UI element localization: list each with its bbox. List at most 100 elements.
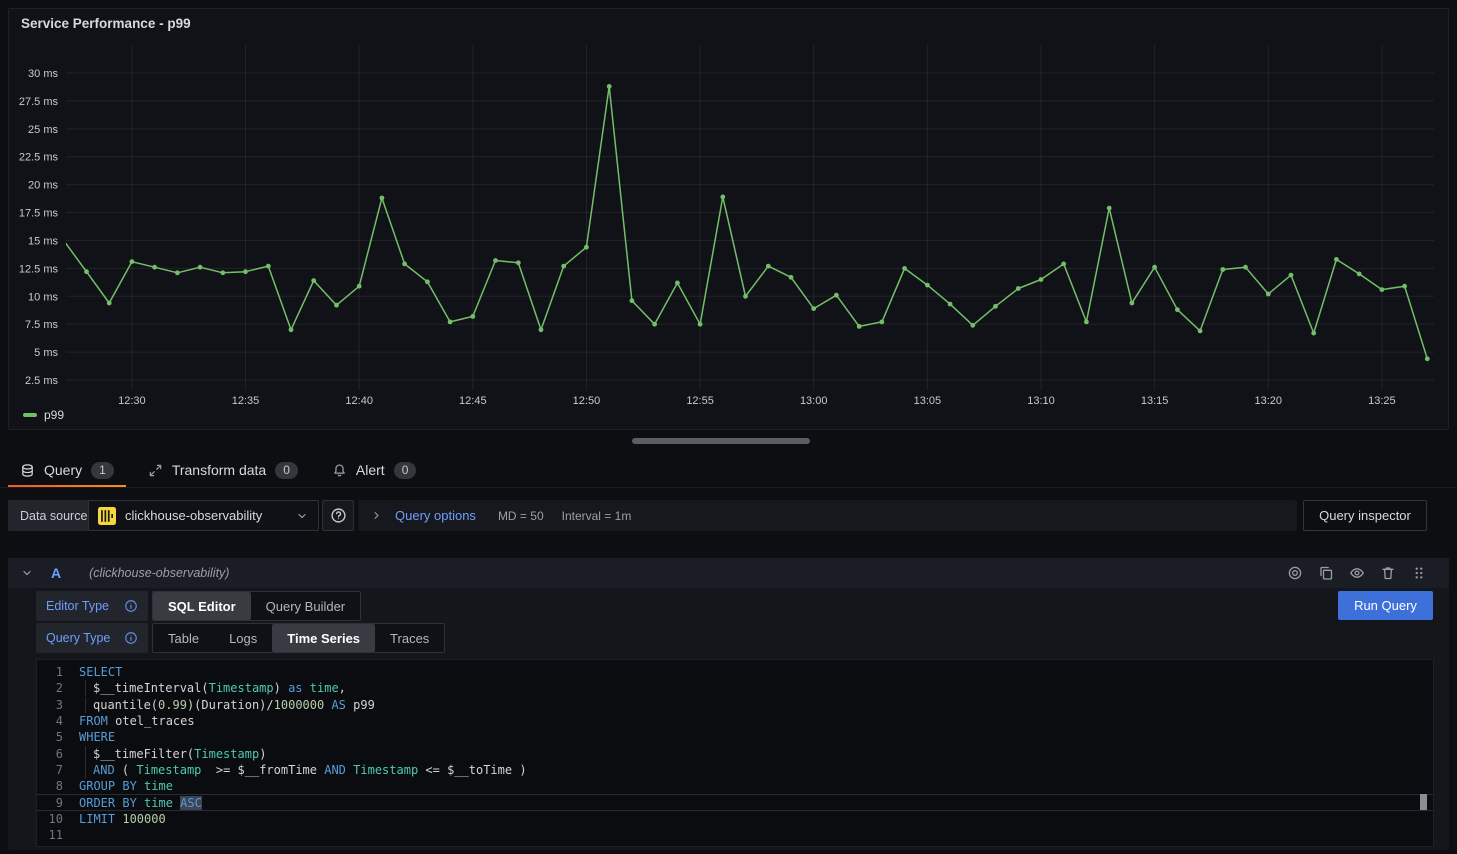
line-number: 2 bbox=[37, 681, 63, 695]
line-number: 1 bbox=[37, 665, 63, 679]
info-circle-icon[interactable] bbox=[124, 631, 138, 645]
tab-label: Alert bbox=[356, 462, 385, 478]
tab-query[interactable]: Query 1 bbox=[8, 452, 126, 488]
code-line-8: 8GROUP BY time bbox=[37, 778, 1433, 794]
drag-handle-icon[interactable] bbox=[1411, 565, 1427, 581]
svg-text:10 ms: 10 ms bbox=[28, 291, 58, 303]
svg-text:12:45: 12:45 bbox=[459, 395, 487, 407]
bell-icon bbox=[332, 463, 347, 478]
code-line-10: 10 LIMIT 100000 bbox=[37, 811, 1433, 827]
query-type-table[interactable]: Table bbox=[153, 624, 214, 652]
transform-icon bbox=[148, 463, 163, 478]
grafana-panel-edit-page: Service Performance - p99 30 ms 2 7.5 ms 25… bbox=[0, 0, 1457, 854]
query-type-traces[interactable]: Traces bbox=[375, 624, 444, 652]
code-line-6: 6 $__timeFilter(Timestamp) bbox=[37, 745, 1433, 761]
editor-type-label-chip: Editor Type bbox=[36, 591, 148, 621]
query-datasource-hint: (clickhouse-observability) bbox=[89, 566, 229, 580]
svg-text:12:30: 12:30 bbox=[118, 395, 146, 407]
line-number: 7 bbox=[37, 763, 63, 777]
line-number: 5 bbox=[37, 730, 63, 744]
line-number: 11 bbox=[37, 828, 63, 842]
code-line-content: GROUP BY time bbox=[79, 779, 173, 793]
query-type-switch: TableLogsTime SeriesTraces bbox=[152, 623, 445, 653]
code-line-content: LIMIT 100000 bbox=[79, 812, 166, 826]
query-ref-id: A bbox=[51, 565, 61, 581]
timeseries-chart: 30 ms27.5 ms25 ms22.5 ms20 ms17.5 ms15 m… bbox=[9, 9, 1448, 413]
query-type-label: Query Type bbox=[46, 631, 110, 645]
help-button[interactable] bbox=[322, 500, 354, 531]
run-query-button[interactable]: Run Query bbox=[1338, 591, 1433, 620]
interval-value: Interval = 1m bbox=[562, 509, 632, 523]
eye-icon[interactable] bbox=[1349, 565, 1365, 581]
trash-icon[interactable] bbox=[1380, 565, 1396, 581]
svg-text:15 ms: 15 ms bbox=[28, 235, 58, 247]
chevron-down-icon bbox=[295, 509, 309, 523]
svg-text:13:05: 13:05 bbox=[914, 395, 942, 407]
line-number: 10 bbox=[37, 812, 63, 826]
panel-title: Service Performance - p99 bbox=[21, 16, 191, 31]
code-line-3: 3quantile(0.99)(Duration)/1000000 AS p99 bbox=[37, 697, 1433, 713]
collapse-query-icon[interactable] bbox=[20, 566, 34, 580]
svg-text:13:15: 13:15 bbox=[1141, 395, 1169, 407]
tab-count-badge: 1 bbox=[91, 462, 114, 479]
status-circle-icon[interactable] bbox=[1287, 565, 1303, 581]
query-options-toggle[interactable]: Query options bbox=[370, 508, 476, 523]
line-number: 4 bbox=[37, 714, 63, 728]
code-line-1: 1 SELECT bbox=[37, 664, 1433, 680]
sql-code-editor[interactable]: 1SELECT2$__timeInterval(Timestamp) as ti… bbox=[36, 659, 1434, 847]
timeseries-panel: Service Performance - p99 30 ms27.5 ms25… bbox=[8, 8, 1449, 430]
query-inspector-button[interactable]: Query inspector bbox=[1303, 500, 1427, 531]
line-number: 6 bbox=[37, 747, 63, 761]
query-row-header: A (clickhouse-observability) bbox=[8, 558, 1449, 588]
svg-text:12:50: 12:50 bbox=[573, 395, 601, 407]
copy-icon[interactable] bbox=[1318, 565, 1334, 581]
svg-text:7.5 ms: 7.5 ms bbox=[25, 319, 59, 331]
data-source-picker[interactable]: clickhouse-observability bbox=[88, 500, 319, 531]
legend-label: p99 bbox=[44, 408, 64, 422]
svg-text:5 ms: 5 ms bbox=[34, 347, 58, 359]
tab-transform-data[interactable]: Transform data0 bbox=[136, 452, 310, 488]
clickhouse-logo-icon bbox=[98, 507, 116, 525]
svg-text:12:35: 12:35 bbox=[232, 395, 260, 407]
query-type-label-chip: Query Type bbox=[36, 623, 148, 653]
svg-text:12:55: 12:55 bbox=[686, 395, 714, 407]
query-row-actions bbox=[1287, 565, 1427, 581]
svg-text:25 ms: 25 ms bbox=[28, 124, 58, 136]
query-type-logs[interactable]: Logs bbox=[214, 624, 272, 652]
editor-type-switch: SQL EditorQuery Builder bbox=[152, 591, 361, 621]
query-type-time-series[interactable]: Time Series bbox=[272, 624, 375, 652]
editor-type-query-builder[interactable]: Query Builder bbox=[251, 592, 360, 620]
tab-alert[interactable]: Alert0 bbox=[320, 452, 428, 488]
svg-text:13:10: 13:10 bbox=[1027, 395, 1055, 407]
svg-text:13:25: 13:25 bbox=[1368, 395, 1396, 407]
svg-text:22.5 ms: 22.5 ms bbox=[19, 152, 59, 164]
code-line-content: ORDER BY time ASC bbox=[79, 796, 202, 810]
tab-label: Query bbox=[44, 462, 82, 478]
legend-item-p99[interactable]: p99 bbox=[23, 408, 64, 422]
horizontal-scrollbar[interactable] bbox=[632, 438, 810, 444]
data-source-value: clickhouse-observability bbox=[125, 508, 262, 523]
svg-text:12.5 ms: 12.5 ms bbox=[19, 263, 59, 275]
code-line-7: 7 AND ( Timestamp >= $__fromTime AND Time… bbox=[37, 762, 1433, 778]
code-line-content: WHERE bbox=[79, 730, 115, 744]
line-number: 9 bbox=[37, 796, 63, 810]
editor-type-row: Editor Type SQL EditorQuery Builder bbox=[36, 591, 361, 621]
legend-swatch bbox=[23, 413, 37, 417]
tabs-divider bbox=[0, 487, 1457, 488]
code-line-content: AND ( Timestamp >= $__fromTime AND Times… bbox=[79, 763, 527, 777]
query-options-link: Query options bbox=[395, 508, 476, 523]
code-line-5: 5 WHERE bbox=[37, 729, 1433, 745]
chevron-right-icon bbox=[370, 509, 383, 522]
svg-text:30 ms: 30 ms bbox=[28, 68, 58, 80]
editor-type-sql-editor[interactable]: SQL Editor bbox=[153, 592, 251, 620]
info-circle-icon[interactable] bbox=[124, 599, 138, 613]
svg-text:2.5 ms: 2.5 ms bbox=[25, 375, 59, 387]
query-options-bar: Query options MD = 50 Interval = 1m bbox=[358, 500, 1297, 531]
tab-count-badge: 0 bbox=[275, 462, 298, 479]
code-line-content: SELECT bbox=[79, 665, 122, 679]
code-line-9: 9 ORDER BY time ASC bbox=[37, 794, 1433, 810]
code-line-content: $__timeFilter(Timestamp) bbox=[79, 747, 266, 761]
code-line-content: FROM otel_traces bbox=[79, 714, 195, 728]
query-type-row: Query Type TableLogsTime SeriesTraces bbox=[36, 623, 445, 653]
query-editor-card: A (clickhouse-observability) Editor Type… bbox=[8, 558, 1449, 850]
